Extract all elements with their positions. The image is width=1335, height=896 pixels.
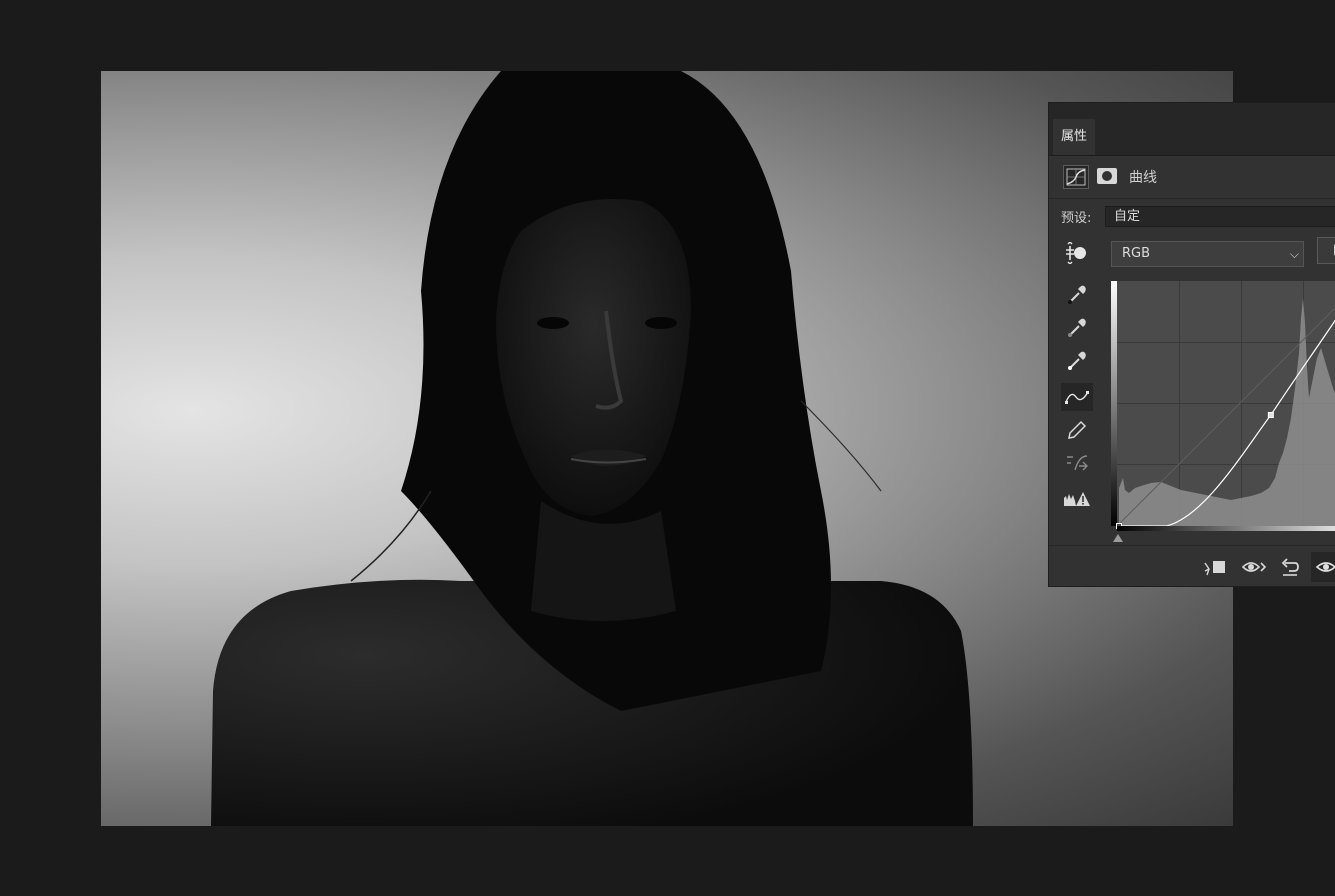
visibility-eye-icon[interactable] — [1311, 552, 1335, 582]
clipping-warning-icon[interactable] — [1061, 485, 1093, 513]
white-point-eyedropper-icon[interactable] — [1061, 347, 1093, 375]
smooth-curve-icon[interactable] — [1061, 449, 1093, 477]
channel-dropdown[interactable]: RGB ⌵ — [1111, 241, 1304, 267]
preset-dropdown[interactable]: 自定 — [1105, 206, 1335, 227]
input-gradient-bar — [1117, 526, 1335, 531]
channel-value: RGB — [1122, 246, 1151, 261]
layer-mask-icon[interactable] — [1095, 165, 1121, 189]
on-image-adjust-icon[interactable] — [1061, 239, 1093, 267]
curve-control-point[interactable] — [1267, 412, 1274, 419]
panel-footer — [1049, 545, 1335, 586]
auto-button[interactable]: 自 — [1317, 237, 1335, 264]
properties-panel: 属性 曲线 预设: 自定 RGB ⌵ 自 — [1048, 102, 1335, 587]
reset-icon[interactable] — [1275, 552, 1305, 582]
black-point-slider[interactable] — [1113, 534, 1123, 542]
panel-tab-bar: 属性 — [1049, 103, 1335, 156]
panel-title: 曲线 — [1129, 170, 1157, 186]
panel-header: 曲线 — [1049, 155, 1335, 199]
preset-label: 预设: — [1061, 211, 1092, 226]
clip-to-layer-icon[interactable] — [1201, 552, 1231, 582]
curves-graph[interactable] — [1111, 278, 1335, 546]
black-point-eyedropper-icon[interactable] — [1061, 281, 1093, 309]
output-gradient-bar — [1111, 281, 1117, 526]
view-previous-state-icon[interactable] — [1239, 552, 1269, 582]
draw-pencil-icon[interactable] — [1061, 416, 1093, 444]
edit-curve-points-icon[interactable] — [1061, 383, 1093, 411]
gray-point-eyedropper-icon[interactable] — [1061, 314, 1093, 342]
curves-adjustment-icon[interactable] — [1063, 165, 1089, 189]
chevron-down-icon: ⌵ — [1289, 247, 1299, 261]
tab-properties[interactable]: 属性 — [1053, 119, 1096, 155]
